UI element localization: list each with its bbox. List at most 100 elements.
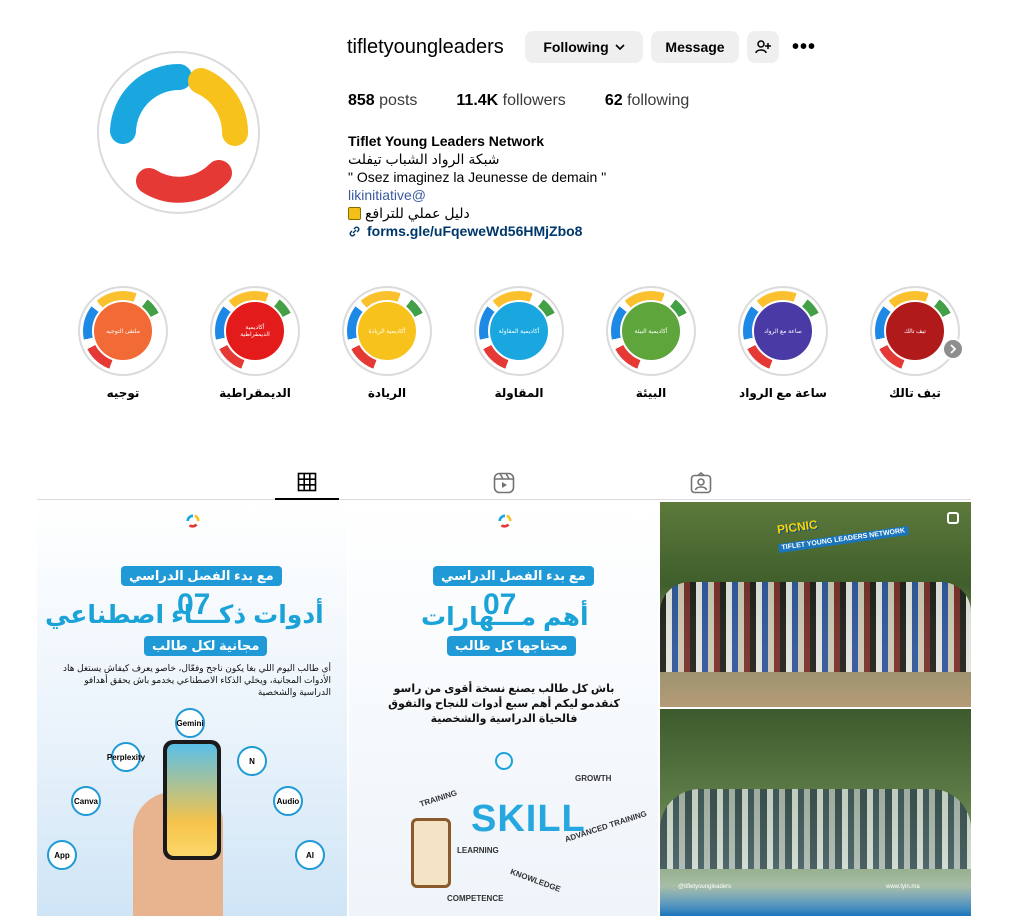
highlight-cover-text: أكاديمية المقاولة [488,300,550,362]
tool-notion-icon: N [237,746,267,776]
tool-audio-icon: Audio [273,786,303,816]
following-label: following [627,92,690,109]
tagged-icon [690,472,712,494]
tool-app-icon: App [47,840,77,870]
folder-emoji-icon [348,207,361,220]
followers-count: 11.4K [456,92,499,109]
profile-avatar[interactable] [97,51,260,214]
post-pill-bottom: محتاجها كل طالب [447,636,576,656]
bio-guide-row: دليل عملي للترافع [348,204,606,222]
profile-header-row: tifletyoungleaders Following Message ••• [347,30,829,64]
highlight-cover: أكاديمية البيئة [606,286,696,376]
highlight-label: البيئة [635,386,667,400]
post-tile[interactable]: مع بدء الفصل الدراسي 07 أهم مـــهارات مح… [349,502,658,916]
highlight-item[interactable]: أكاديمية الريادة الريادة [342,286,432,400]
post-pill-top: مع بدء الفصل الدراسي [433,566,594,586]
carousel-icon [632,512,646,526]
photo-title: PICNIC [776,517,819,537]
post-logo-icon [498,514,512,528]
post-tile[interactable]: PICNIC TIFLET YOUNG LEADERS NETWORK [660,502,971,707]
tool-ai-icon: AI [295,840,325,870]
followers-label: followers [502,92,566,109]
highlight-cover: ملتقى التوجيه [78,286,168,376]
following-button[interactable]: Following [525,31,643,63]
post-logo-icon [186,514,200,528]
profile-stats: 858 posts 11.4K followers 62 following [348,92,728,110]
post-tile[interactable]: @tifletyoungleaders www.tyln.ma [660,709,971,916]
post-handle: @tifletyoungleaders [678,884,732,890]
highlight-cover: أكاديمية المقاولة [474,286,564,376]
highlight-cover: أكاديمية الديمقراطية [210,286,300,376]
highlight-item[interactable]: ساعة مع الرواد ساعة مع الرواد [738,286,828,400]
post-site: www.tyln.ma [886,884,920,890]
post-tile[interactable]: مع بدء الفصل الدراسي 07 أدوات ذكـــاء اص… [37,502,347,916]
highlight-label: الريادة [367,386,407,400]
tab-posts[interactable] [275,466,339,500]
post-headline: أهم مـــهارات [421,603,589,631]
bio-name: Tiflet Young Leaders Network [348,133,545,149]
group-photo [660,582,971,672]
word-training: TRAINING [418,788,459,809]
profile-bio: Tiflet Young Leaders Network شبكة الرواد… [348,132,606,240]
group-photo [660,789,971,869]
highlight-cover: ساعة مع الرواد [738,286,828,376]
post-pill-top: مع بدء الفصل الدراسي [121,566,282,586]
word-competence: COMPETENCE [447,894,504,903]
carousel-icon [321,512,335,526]
highlight-cover-text: ملتقى التوجيه [92,300,154,362]
highlight-cover-text: تيف تالك [884,300,946,362]
word-growth: GROWTH [575,774,612,783]
posts-stat: 858 posts [348,92,417,110]
highlight-item[interactable]: أكاديمية الديمقراطية الديمقراطية [210,286,300,400]
bio-mention[interactable]: likinitiative@ [348,186,606,204]
post-footer-band [660,886,971,916]
word-knowledge: KNOWLEDGE [509,867,562,894]
post-pill-bottom: مجانية لكل طالب [144,636,268,656]
carousel-icon [947,512,959,524]
highlight-cover-text: أكاديمية البيئة [620,300,682,362]
highlight-item[interactable]: ملتقى التوجيه توجيه [78,286,168,400]
tab-tagged[interactable] [669,466,733,500]
tool-perplexity-icon: Perplexity [107,742,145,772]
highlight-label: توجيه [106,386,140,400]
arrow-circle-icon [495,752,513,770]
bio-website-link[interactable]: forms.gle/uFqeweWd56HMjZbo8 [348,222,606,240]
highlight-item[interactable]: أكاديمية المقاولة المقاولة [474,286,564,400]
highlight-label: تيف تالك [889,386,941,400]
chevron-right-icon [950,344,957,354]
following-count: 62 [604,92,623,109]
chevron-down-icon [615,41,625,53]
post-headline: أدوات ذكـــاء اصطناعي [45,601,324,629]
highlight-cover-text: أكاديمية الديمقراطية [224,300,286,362]
post-body: أي طالب اليوم اللي بغا يكون ناجح وفعّال،… [63,663,331,697]
link-icon [349,226,360,236]
highlight-label: المقاولة [494,386,544,400]
profile-username: tifletyoungleaders [347,35,504,58]
posts-count: 858 [348,92,375,109]
posts-label: posts [379,92,418,109]
phone-illustration [163,740,221,860]
hourglass-illustration [411,818,451,888]
tool-gemini-icon: Gemini [175,708,205,738]
highlight-cover-text: أكاديمية الريادة [356,300,418,362]
highlight-cover: أكاديمية الريادة [342,286,432,376]
highlight-label: ساعة مع الرواد [739,386,827,400]
message-button[interactable]: Message [651,31,739,63]
more-options-button[interactable]: ••• [787,31,821,63]
highlight-item[interactable]: أكاديمية البيئة البيئة [606,286,696,400]
tool-canva-icon: Canva [71,786,101,816]
add-user-button[interactable] [747,31,779,63]
bio-quote: " Osez imaginez la Jeunesse de demain " [348,169,607,185]
word-learning: LEARNING [457,846,499,855]
highlight-label: الديمقراطية [219,386,291,400]
following-stat[interactable]: 62 following [605,92,690,110]
bio-arabic-line: شبكة الرواد الشباب تيفلت [348,151,500,167]
bio-website-text: forms.gle/uFqeweWd56HMjZbo8 [367,223,583,239]
post-body: باش كل طالب يصنع نسخة أقوى من راسو كنقدم… [388,683,620,725]
highlight-cover-text: ساعة مع الرواد [752,300,814,362]
profile-logo [110,64,249,203]
followers-stat[interactable]: 11.4K followers [456,92,565,110]
tab-reels[interactable] [472,466,536,500]
highlights-next-button[interactable] [942,338,964,360]
bio-guide: دليل عملي للترافع [365,205,470,221]
